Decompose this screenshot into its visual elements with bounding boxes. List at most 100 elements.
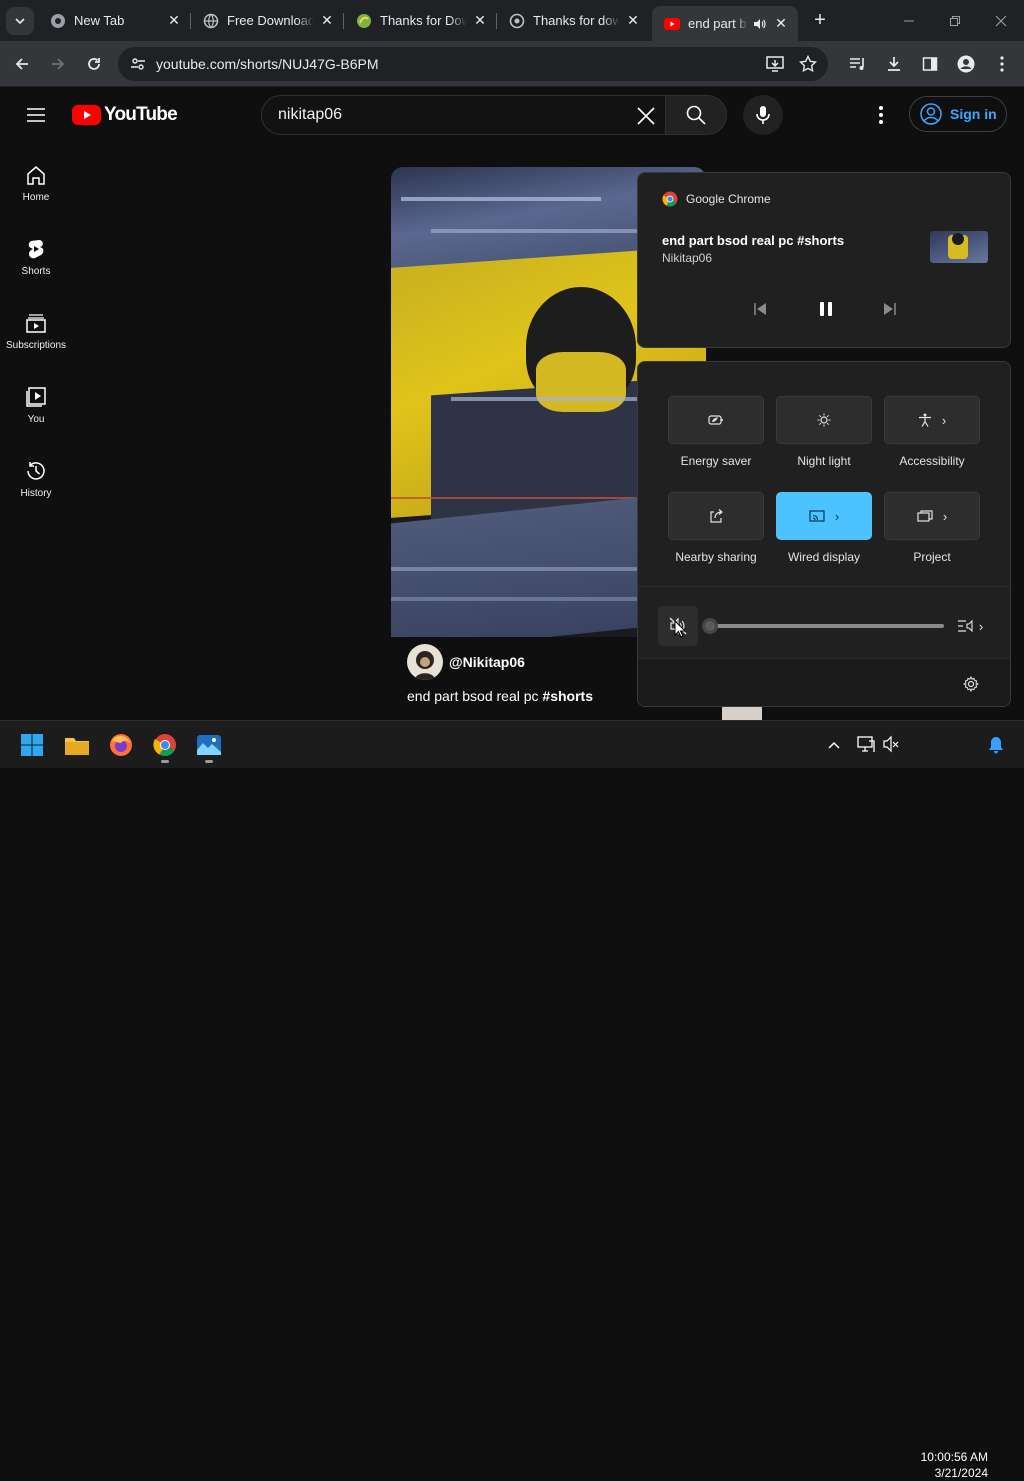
- tab-youtube-active[interactable]: end part bs ✕: [652, 6, 798, 41]
- media-source-app: Google Chrome: [686, 192, 771, 206]
- guide-item-shorts[interactable]: Shorts: [0, 238, 72, 277]
- close-tab-icon[interactable]: ✕: [624, 12, 642, 30]
- tab-thanks-for-download-2[interactable]: Thanks for dow ✕: [497, 6, 650, 35]
- accessibility-icon: [918, 413, 931, 427]
- guide-menu-icon[interactable]: [24, 104, 48, 126]
- search-query: nikitap06: [278, 106, 343, 123]
- channel-info[interactable]: @Nikitap06: [407, 644, 525, 680]
- tab-title: Thanks for Dow: [380, 13, 467, 28]
- audio-playing-icon[interactable]: [752, 17, 768, 31]
- globe-icon: [203, 13, 219, 29]
- voice-search-button[interactable]: [743, 95, 783, 135]
- close-tab-icon[interactable]: ✕: [165, 12, 183, 30]
- guide-item-you[interactable]: You: [0, 386, 72, 425]
- restore-icon[interactable]: [942, 8, 968, 34]
- taskbar-photos-app[interactable]: [193, 729, 225, 763]
- sound-output-icon: [957, 619, 973, 633]
- tab-thanks-for-download-1[interactable]: Thanks for Dow ✕: [344, 6, 497, 35]
- chrome-icon: [50, 13, 66, 29]
- forward-icon[interactable]: [44, 50, 72, 78]
- install-app-icon[interactable]: [766, 55, 784, 78]
- notification-bell-icon[interactable]: [988, 736, 1006, 754]
- guide-item-label: Shorts: [21, 266, 51, 277]
- start-button[interactable]: [16, 729, 48, 761]
- pause-button[interactable]: [814, 297, 838, 321]
- account-icon: [920, 103, 942, 125]
- bookmark-star-icon[interactable]: [798, 54, 818, 78]
- tab-new-tab[interactable]: New Tab ✕: [38, 6, 191, 35]
- taskbar-file-explorer[interactable]: [61, 729, 93, 761]
- settings-more-icon[interactable]: [876, 104, 886, 126]
- sign-in-label: Sign in: [950, 106, 997, 122]
- subscriptions-icon: [26, 314, 46, 333]
- wired-display-label: Wired display: [787, 550, 861, 564]
- new-tab-button[interactable]: +: [809, 9, 831, 31]
- clear-search-icon[interactable]: [636, 106, 656, 131]
- show-hidden-icons[interactable]: [826, 737, 842, 753]
- back-icon[interactable]: [8, 50, 36, 78]
- volume-slider[interactable]: [702, 618, 944, 634]
- folder-icon: [65, 738, 89, 755]
- minimize-icon[interactable]: [896, 8, 922, 34]
- address-bar[interactable]: youtube.com/shorts/NUJ47G-B6PM: [118, 47, 828, 81]
- tab-search-button[interactable]: [6, 7, 34, 35]
- guide-item-history[interactable]: History: [0, 460, 72, 499]
- photos-icon: [197, 735, 221, 755]
- close-tab-icon[interactable]: ✕: [471, 12, 489, 30]
- taskbar-chrome[interactable]: [149, 729, 181, 763]
- night-light-toggle[interactable]: [776, 396, 872, 444]
- youtube-play-icon: [72, 105, 101, 125]
- chrome-icon: [153, 734, 176, 756]
- avatar[interactable]: [407, 644, 443, 680]
- wired-display-tile[interactable]: ›: [776, 492, 872, 540]
- profile-icon[interactable]: [952, 50, 980, 78]
- project-icon: [917, 510, 933, 522]
- reload-icon[interactable]: [80, 50, 108, 78]
- nearby-sharing-toggle[interactable]: [668, 492, 764, 540]
- microphone-icon: [756, 106, 770, 124]
- taskbar-firefox[interactable]: [105, 729, 137, 761]
- downloads-icon[interactable]: [880, 50, 908, 78]
- url-text: youtube.com/shorts/NUJ47G-B6PM: [156, 56, 379, 72]
- guide-item-subscriptions[interactable]: Subscriptions: [0, 312, 72, 351]
- clock-date: 3/21/2024: [934, 1466, 988, 1480]
- settings-gear-icon[interactable]: [962, 675, 980, 693]
- volume-muted-tray-icon[interactable]: [882, 735, 900, 753]
- chrome-menu-icon[interactable]: [988, 50, 1016, 78]
- chevron-right-icon: ›: [978, 618, 984, 634]
- youtube-logo-text: YouTube: [104, 104, 178, 125]
- sign-in-button[interactable]: Sign in: [909, 96, 1007, 132]
- close-tab-icon[interactable]: ✕: [318, 12, 336, 30]
- media-control-icon[interactable]: [844, 50, 872, 78]
- accessibility-label: Accessibility: [899, 454, 965, 468]
- tab-title: Thanks for dow: [533, 13, 620, 28]
- site-info-icon[interactable]: [130, 56, 146, 77]
- audio-output-button[interactable]: ›: [950, 614, 990, 638]
- close-window-icon[interactable]: [988, 8, 1014, 34]
- clock[interactable]: 10:00:56 AM 3/21/2024: [908, 1449, 988, 1481]
- tab-free-download[interactable]: Free Download ✕: [191, 6, 344, 35]
- network-icon[interactable]: [857, 735, 875, 753]
- nearby-sharing-icon: [710, 509, 723, 523]
- divider: [638, 586, 1010, 587]
- volume-slider-thumb[interactable]: [702, 618, 718, 634]
- search-icon: [686, 105, 706, 125]
- accessibility-tile[interactable]: ›: [884, 396, 980, 444]
- youtube-logo[interactable]: YouTube: [72, 104, 178, 126]
- close-tab-icon[interactable]: ✕: [772, 15, 790, 33]
- energy-saver-toggle[interactable]: [668, 396, 764, 444]
- softonic-icon: [356, 13, 372, 29]
- side-panel-icon[interactable]: [916, 50, 944, 78]
- guide-item-home[interactable]: Home: [0, 164, 72, 203]
- search-button[interactable]: [665, 95, 727, 135]
- quick-settings-footer: [638, 658, 1010, 706]
- channel-name[interactable]: @Nikitap06: [449, 654, 525, 670]
- previous-track-button[interactable]: [750, 299, 770, 319]
- energy-saver-label: Energy saver: [680, 454, 752, 468]
- next-track-button[interactable]: [880, 299, 900, 319]
- hashtag-link[interactable]: #shorts: [542, 688, 593, 704]
- next-icon: [884, 303, 896, 315]
- project-tile[interactable]: ›: [884, 492, 980, 540]
- browser-toolbar: youtube.com/shorts/NUJ47G-B6PM: [0, 41, 1024, 87]
- search-input[interactable]: nikitap06: [261, 95, 666, 135]
